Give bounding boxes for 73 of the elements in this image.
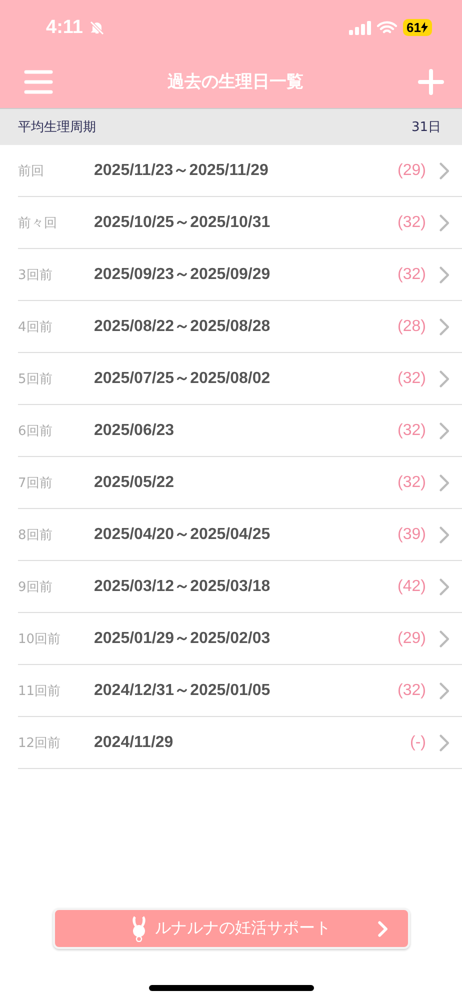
cycle-length: (32) (398, 682, 426, 700)
period-label: 11回前 (18, 682, 62, 700)
period-row[interactable]: 9回前 2025/03/12～2025/03/18 (42) (18, 561, 462, 613)
period-row[interactable]: 前々回 2025/10/25～2025/10/31 (32) (18, 197, 462, 249)
cycle-length: (32) (398, 370, 426, 388)
period-label: 4回前 (18, 318, 54, 336)
chevron-right-icon (438, 474, 450, 492)
chevron-right-icon (438, 266, 450, 284)
period-dates: 2025/01/29～2025/02/03 (94, 629, 272, 649)
period-label: 8回前 (18, 526, 54, 544)
period-label: 9回前 (18, 578, 54, 596)
summary-value: 31日 (411, 119, 441, 136)
chevron-right-icon (438, 162, 450, 180)
add-button[interactable] (418, 68, 444, 94)
period-dates: 2025/06/23 (94, 422, 176, 440)
chevron-right-icon (438, 526, 450, 544)
period-dates: 2025/11/23～2025/11/29 (94, 161, 270, 181)
chevron-right-icon (438, 734, 450, 752)
rabbit-icon (131, 916, 147, 942)
period-row[interactable]: 3回前 2025/09/23～2025/09/29 (32) (18, 249, 462, 301)
period-dates: 2025/04/20～2025/04/25 (94, 525, 272, 545)
chevron-right-icon (438, 318, 450, 336)
bell-muted-icon (88, 20, 105, 36)
cycle-length: (42) (398, 578, 426, 596)
cycle-length: (28) (398, 318, 426, 336)
summary-label: 平均生理周期 (18, 119, 96, 136)
cycle-length: (39) (398, 526, 426, 544)
period-row[interactable]: 4回前 2025/08/22～2025/08/28 (28) (18, 301, 462, 353)
period-dates: 2025/08/22～2025/08/28 (94, 317, 272, 337)
cycle-length: (29) (398, 630, 426, 648)
period-row[interactable]: 7回前 2025/05/22 (32) (18, 457, 462, 509)
battery-level: 61 (402, 19, 432, 36)
period-dates: 2025/07/25～2025/08/02 (94, 369, 272, 389)
period-label: 12回前 (18, 734, 62, 752)
cycle-length: (-) (410, 734, 426, 752)
cycle-length: (32) (398, 266, 426, 284)
cycle-length: (29) (398, 162, 426, 180)
period-label: 3回前 (18, 266, 54, 284)
signal-icon (348, 20, 371, 34)
period-row[interactable]: 10回前 2025/01/29～2025/02/03 (29) (18, 613, 462, 665)
period-label: 7回前 (18, 474, 54, 492)
status-time: 4:11 (46, 16, 83, 38)
period-dates: 2025/10/25～2025/10/31 (94, 213, 272, 233)
cycle-length: (32) (398, 474, 426, 492)
period-label: 前回 (18, 162, 45, 180)
cycle-length: (32) (398, 214, 426, 232)
chevron-right-icon (438, 682, 450, 700)
period-label: 5回前 (18, 370, 54, 388)
period-dates: 2024/11/29 (94, 734, 174, 752)
period-row[interactable]: 12回前 2024/11/29 (-) (18, 717, 462, 769)
period-dates: 2025/09/23～2025/09/29 (94, 265, 272, 285)
chevron-right-icon (438, 578, 450, 596)
period-dates: 2025/03/12～2025/03/18 (94, 577, 272, 597)
period-label: 6回前 (18, 422, 54, 440)
chevron-right-icon (438, 214, 450, 232)
chevron-right-icon (438, 370, 450, 388)
menu-button[interactable] (24, 70, 53, 94)
period-row[interactable]: 11回前 2024/12/31～2025/01/05 (32) (18, 665, 462, 717)
chevron-right-icon (378, 920, 388, 936)
period-label: 前々回 (18, 214, 58, 232)
period-row[interactable]: 前回 2025/11/23～2025/11/29 (29) (18, 145, 462, 197)
period-label: 10回前 (18, 630, 62, 648)
period-row[interactable]: 5回前 2025/07/25～2025/08/02 (32) (18, 353, 462, 405)
bolt-icon (421, 22, 428, 33)
period-dates: 2024/12/31～2025/01/05 (94, 681, 272, 701)
period-row[interactable]: 6回前 2025/06/23 (32) (18, 405, 462, 457)
cycle-length: (32) (398, 422, 426, 440)
wifi-icon (376, 20, 397, 34)
chevron-right-icon (438, 422, 450, 440)
chevron-right-icon (438, 630, 450, 648)
period-dates: 2025/05/22 (94, 474, 176, 492)
header-title: 過去の生理日一覧 (168, 71, 304, 93)
period-row[interactable]: 8回前 2025/04/20～2025/04/25 (39) (18, 509, 462, 561)
